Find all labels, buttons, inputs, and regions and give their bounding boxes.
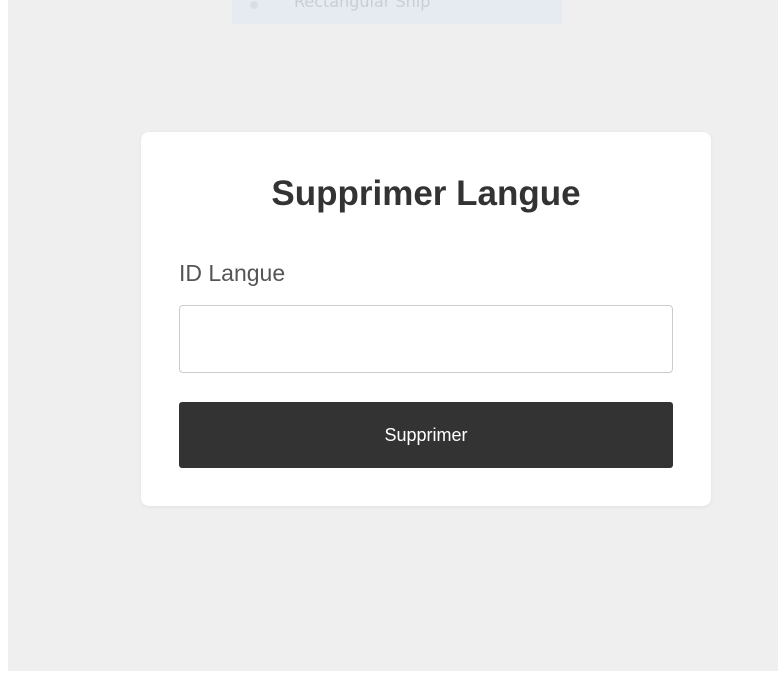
delete-button[interactable]: Supprimer: [179, 402, 673, 468]
snip-mode-label: Rectangular Snip: [294, 0, 431, 11]
page-viewport: Rectangular Snip Supprimer Langue ID Lan…: [8, 0, 778, 671]
id-langue-input[interactable]: [179, 305, 673, 373]
id-langue-label: ID Langue: [179, 260, 286, 286]
rectangular-snip-toolbar[interactable]: Rectangular Snip: [232, 0, 562, 24]
record-dot-icon: [250, 1, 258, 9]
delete-language-form: Supprimer Langue ID Langue Supprimer: [141, 132, 711, 506]
form-title: Supprimer Langue: [271, 174, 581, 213]
